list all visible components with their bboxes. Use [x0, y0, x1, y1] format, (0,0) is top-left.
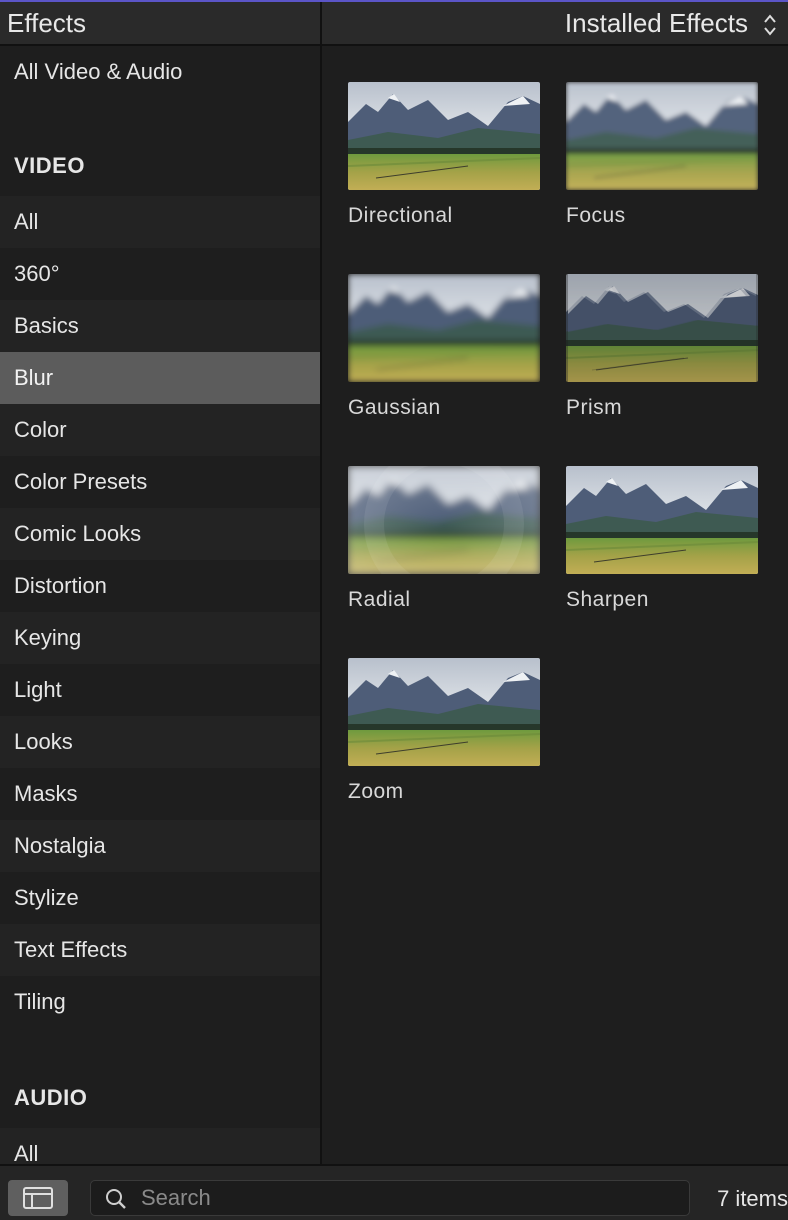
search-input[interactable] [141, 1183, 671, 1213]
bottom-toolbar: 7 items [0, 1164, 788, 1220]
sidebar-item-all-video-audio[interactable]: All Video & Audio [0, 46, 320, 98]
sidebar-toggle-icon [23, 1187, 53, 1209]
sidebar-item-label: Text Effects [14, 937, 128, 962]
sidebar-item-label: Masks [14, 781, 78, 806]
effect-label: Radial [348, 588, 411, 611]
sidebar-item-blur[interactable]: Blur [0, 352, 320, 404]
effect-thumbnail [566, 82, 758, 190]
sidebar-item-color[interactable]: Color [0, 404, 320, 456]
effect-thumbnail [348, 274, 540, 382]
sidebar-item-keying[interactable]: Keying [0, 612, 320, 664]
sidebar-item-label: Light [14, 677, 62, 702]
effects-browser: Directional Focus Gaussian Prism Radial Sharp… [322, 46, 788, 1164]
sidebar-item-label: All [14, 209, 39, 234]
panel-title: Effects [7, 8, 87, 38]
sidebar-item-label: Stylize [14, 885, 79, 910]
sidebar-item-nostalgia[interactable]: Nostalgia [0, 820, 320, 872]
effect-label: Sharpen [566, 588, 649, 611]
sidebar-toggle-button[interactable] [8, 1180, 68, 1216]
sidebar-item-360[interactable]: 360° [0, 248, 320, 300]
section-header-audio: AUDIO [14, 1085, 88, 1110]
effect-thumbnail [348, 82, 540, 190]
sidebar-item-light[interactable]: Light [0, 664, 320, 716]
effect-label: Focus [566, 204, 626, 227]
sidebar-item-color-presets[interactable]: Color Presets [0, 456, 320, 508]
item-count: 7 items [717, 1186, 788, 1211]
sidebar-item-audio-all[interactable]: All [0, 1128, 320, 1164]
sidebar-item-label: Blur [14, 365, 54, 390]
sidebar-item-label: Distortion [14, 573, 107, 598]
sidebar-item-label: All [14, 1141, 39, 1164]
effect-thumbnail [566, 274, 758, 382]
sidebar-item-label: Nostalgia [14, 833, 106, 858]
sidebar-item-label: Color Presets [14, 469, 148, 494]
effect-label: Gaussian [348, 396, 441, 419]
effect-tile-focus[interactable]: Focus [566, 82, 758, 228]
installed-effects-dropdown[interactable]: Installed Effects [565, 8, 748, 39]
sidebar-item-label: All Video & Audio [14, 59, 183, 84]
sidebar-item-looks[interactable]: Looks [0, 716, 320, 768]
sidebar-item-label: Keying [14, 625, 82, 650]
effect-label: Directional [348, 204, 453, 227]
effect-tile-prism[interactable]: Prism [566, 274, 758, 420]
sidebar-item-label: Color [14, 417, 67, 442]
sidebar-item-masks[interactable]: Masks [0, 768, 320, 820]
sidebar-item-comic-looks[interactable]: Comic Looks [0, 508, 320, 560]
sidebar-item-basics[interactable]: Basics [0, 300, 320, 352]
sidebar-item-label: Comic Looks [14, 521, 142, 546]
effect-tile-sharpen[interactable]: Sharpen [566, 466, 758, 612]
sidebar-item-label: Looks [14, 729, 73, 754]
sidebar-item-label: 360° [14, 261, 60, 286]
effect-tile-radial[interactable]: Radial [348, 466, 540, 612]
header-divider [320, 2, 322, 46]
effect-tile-gaussian[interactable]: Gaussian [348, 274, 540, 420]
up-down-chevron-icon[interactable] [762, 12, 778, 38]
effect-label: Zoom [348, 780, 404, 803]
sidebar-item-label: Tiling [14, 989, 66, 1014]
effect-thumbnail [566, 466, 758, 574]
search-field[interactable] [90, 1180, 690, 1216]
sidebar-item-distortion[interactable]: Distortion [0, 560, 320, 612]
sidebar-item-label: Basics [14, 313, 79, 338]
effect-thumbnail [348, 466, 540, 574]
section-header-video: VIDEO [14, 153, 85, 178]
sidebar-item-stylize[interactable]: Stylize [0, 872, 320, 924]
search-icon [106, 1189, 126, 1209]
effects-header: Effects Installed Effects [0, 2, 788, 46]
sidebar-item-text-effects[interactable]: Text Effects [0, 924, 320, 976]
sidebar-item-all[interactable]: All [0, 196, 320, 248]
effect-thumbnail [348, 658, 540, 766]
effect-tile-zoom[interactable]: Zoom [348, 658, 540, 804]
category-sidebar: All Video & Audio VIDEO All 360° Basics Blu… [0, 46, 320, 1164]
effect-label: Prism [566, 396, 623, 419]
sidebar-item-tiling[interactable]: Tiling [0, 976, 320, 1028]
effect-tile-directional[interactable]: Directional [348, 82, 540, 228]
